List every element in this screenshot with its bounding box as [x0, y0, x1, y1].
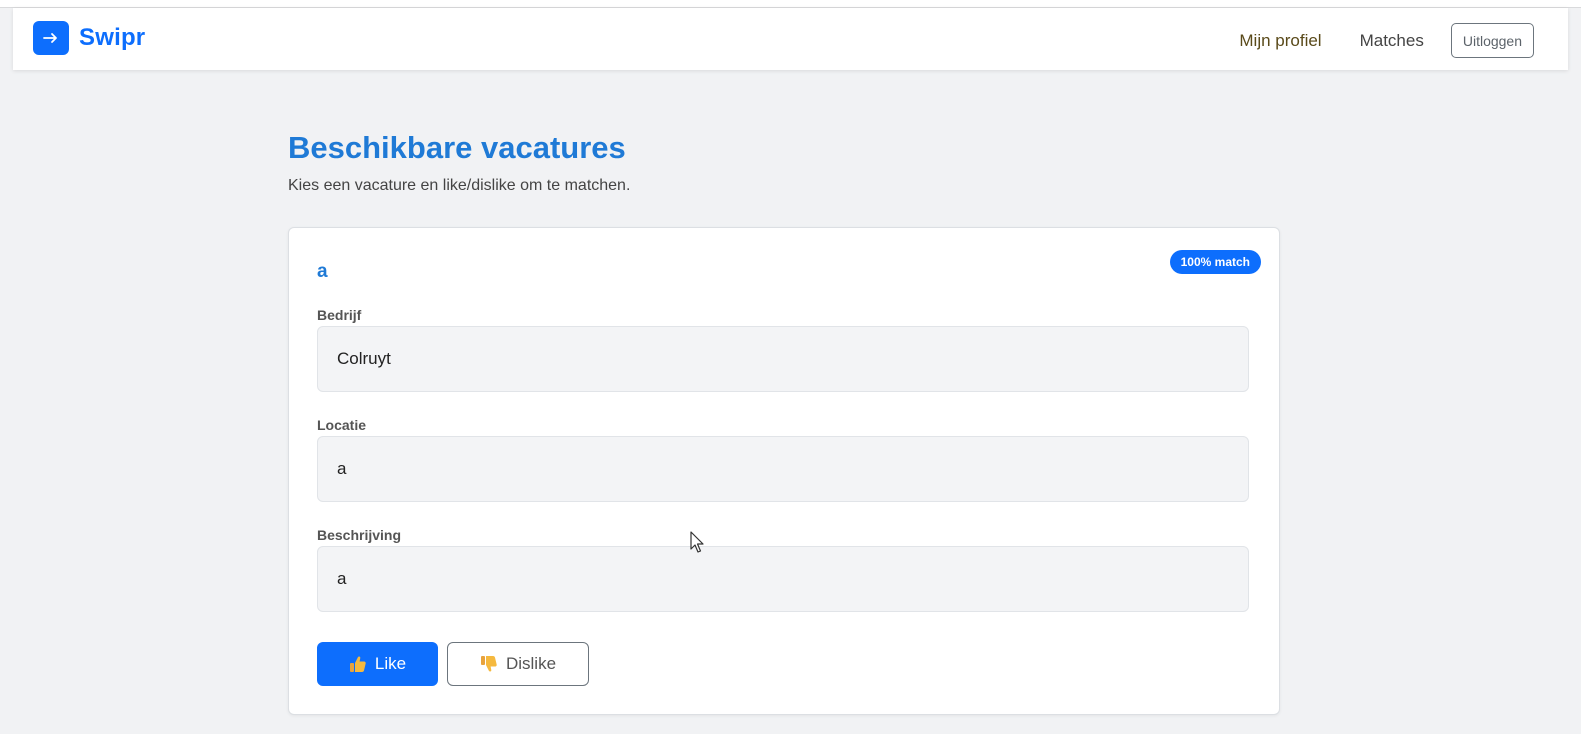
vacancy-title: a [317, 261, 328, 282]
dislike-button[interactable]: Dislike [447, 642, 589, 686]
like-button[interactable]: Like [317, 642, 438, 686]
logout-button[interactable]: Uitloggen [1450, 23, 1534, 58]
vacancy-card: 100% match a Bedrijf Colruyt Locatie a B… [288, 227, 1280, 715]
match-badge: 100% match [1169, 250, 1261, 274]
company-field: Colruyt [317, 326, 1249, 392]
brand-name: Swipr [79, 24, 146, 51]
location-label: Locatie [317, 417, 367, 433]
arrow-right-icon [33, 21, 69, 55]
nav-link-matches[interactable]: Matches [1360, 31, 1424, 51]
thumbs-down-icon [480, 655, 498, 673]
navbar: Swipr Mijn profiel Matches Uitloggen [13, 8, 1568, 70]
description-label: Beschrijving [317, 527, 402, 543]
company-value: Colruyt [337, 349, 391, 368]
brand-link[interactable]: Swipr [33, 21, 145, 55]
mouse-cursor-icon [690, 531, 704, 553]
location-field: a [317, 436, 1249, 502]
window-top-strip [0, 0, 1581, 8]
nav-link-profile[interactable]: Mijn profiel [1239, 31, 1321, 51]
like-label: Like [374, 654, 407, 673]
description-value: a [337, 569, 347, 588]
company-label: Bedrijf [317, 307, 362, 323]
location-value: a [337, 459, 347, 478]
dislike-label: Dislike [505, 654, 557, 673]
page-title: Beschikbare vacatures [288, 130, 626, 165]
description-field: a [317, 546, 1249, 612]
page-subtitle: Kies een vacature en like/dislike om te … [288, 177, 631, 194]
nav-links: Mijn profiel Matches Uitloggen [1239, 23, 1534, 58]
thumbs-up-icon [349, 655, 367, 673]
